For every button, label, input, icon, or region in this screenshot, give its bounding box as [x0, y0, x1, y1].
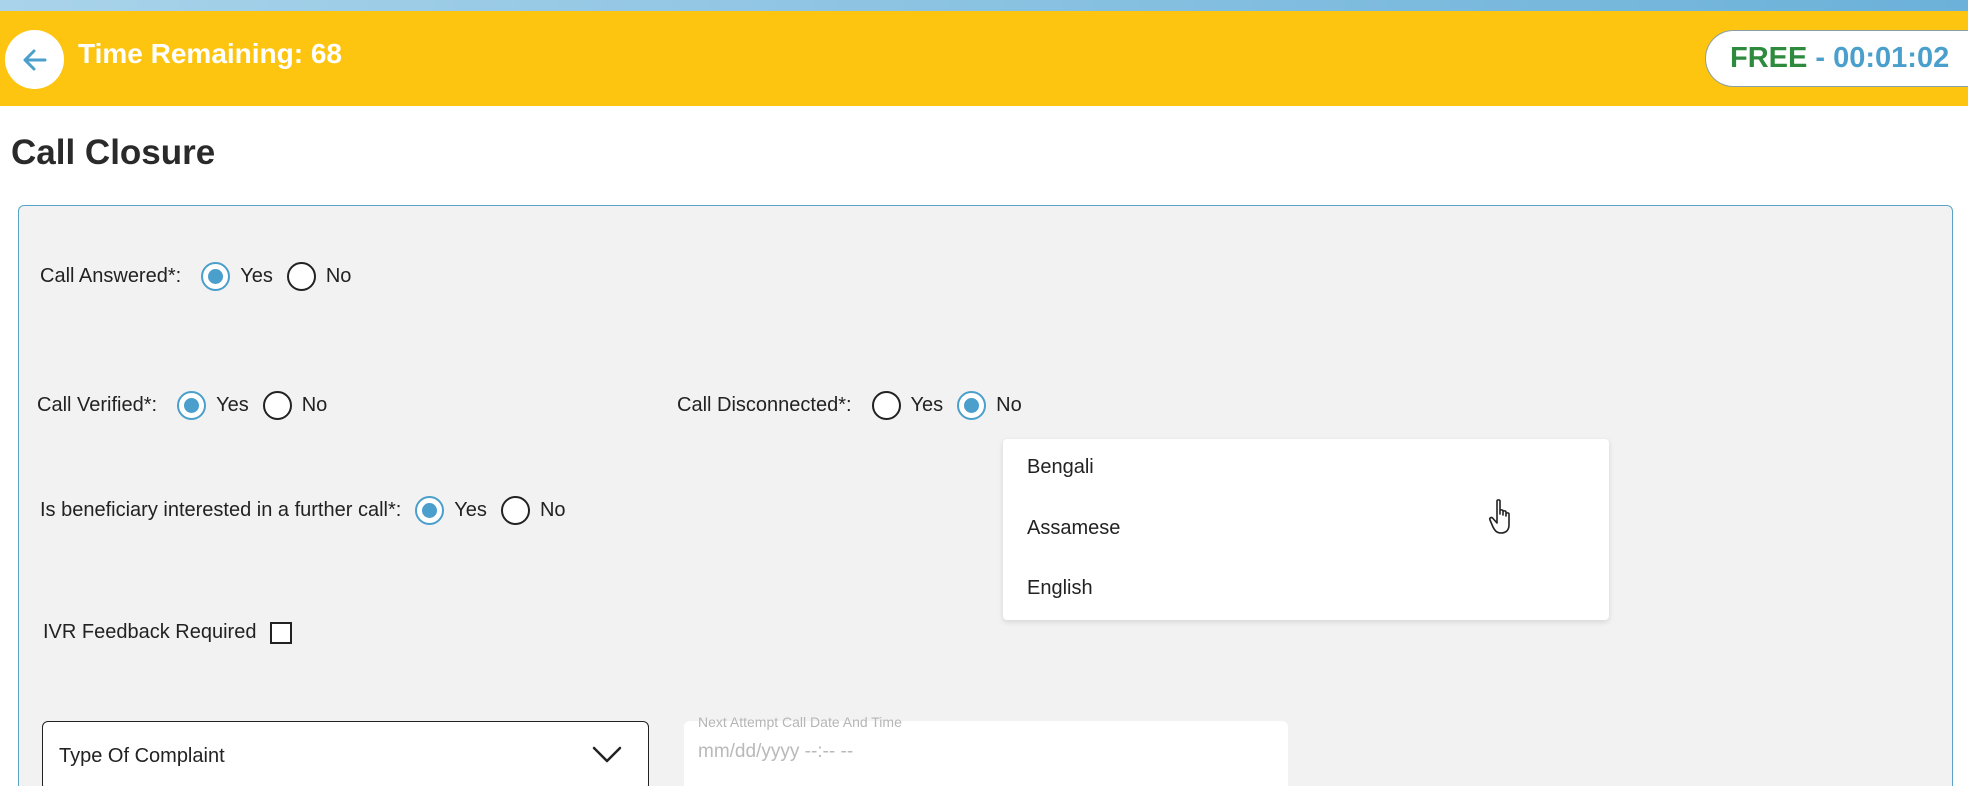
next-attempt-input[interactable]: mm/dd/yyyy --:-- --: [698, 741, 853, 763]
radio-unselected[interactable]: [262, 391, 292, 420]
page-title: Call Closure: [11, 133, 216, 172]
call-answered-label: Call Answered*:: [40, 265, 182, 287]
chevron-down-icon: [592, 746, 622, 763]
complaint-type-select[interactable]: Type Of Complaint: [42, 721, 649, 786]
call-verified-yes[interactable]: Yes: [177, 391, 249, 420]
status-timer: 00:01:02: [1833, 42, 1950, 74]
radio-unselected[interactable]: [871, 391, 901, 420]
dropdown-option-assamese[interactable]: Assamese: [1027, 517, 1120, 540]
call-answered-group: Call Answered*: Yes No: [40, 262, 365, 291]
dropdown-option-bengali[interactable]: Bengali: [1027, 456, 1094, 479]
call-disconnected-no[interactable]: No: [957, 391, 1022, 420]
radio-label: No: [325, 265, 352, 287]
radio-label: No: [301, 394, 328, 416]
call-disconnected-yes[interactable]: Yes: [871, 391, 944, 420]
further-call-label: Is beneficiary interested in a further c…: [40, 499, 402, 521]
radio-unselected[interactable]: [500, 496, 530, 525]
back-arrow-icon: [23, 49, 46, 70]
time-remaining: Time Remaining: 68: [78, 38, 343, 69]
complaint-type-placeholder: Type Of Complaint: [59, 744, 225, 767]
call-verified-no[interactable]: No: [262, 391, 328, 420]
status-state: FREE: [1730, 42, 1808, 74]
call-answered-no[interactable]: No: [286, 262, 352, 291]
hand-pointer-cursor-icon: [1488, 499, 1510, 534]
radio-label: Yes: [216, 394, 249, 416]
radio-selected[interactable]: [201, 262, 231, 291]
agent-status-badge[interactable]: FREE - 00:01:02: [1705, 30, 1968, 87]
radio-selected[interactable]: [177, 391, 207, 420]
ivr-feedback-label: IVR Feedback Required: [43, 621, 257, 643]
call-verified-group: Call Verified*: Yes No: [37, 391, 341, 420]
call-disconnected-label: Call Disconnected*:: [677, 394, 852, 416]
radio-selected[interactable]: [957, 391, 987, 420]
radio-selected[interactable]: [415, 496, 445, 525]
next-attempt-label: Next Attempt Call Date And Time: [698, 714, 902, 730]
call-disconnected-group: Call Disconnected*: Yes No: [677, 391, 1036, 420]
further-call-no[interactable]: No: [500, 496, 566, 525]
language-dropdown-menu: Bengali Assamese English: [1003, 439, 1609, 620]
next-attempt-datetime-field[interactable]: Next Attempt Call Date And Time mm/dd/yy…: [684, 714, 1288, 786]
radio-label: Yes: [240, 265, 273, 287]
call-verified-label: Call Verified*:: [37, 394, 158, 416]
ivr-feedback-checkbox[interactable]: [270, 621, 293, 644]
radio-label: Yes: [910, 394, 944, 416]
dropdown-option-english[interactable]: English: [1027, 577, 1093, 600]
call-answered-yes[interactable]: Yes: [201, 262, 273, 291]
further-call-group: Is beneficiary interested in a further c…: [40, 496, 580, 525]
top-accent-strip: [0, 0, 1968, 11]
further-call-yes[interactable]: Yes: [415, 496, 487, 525]
radio-label: Yes: [454, 499, 487, 521]
ivr-feedback-group: IVR Feedback Required: [43, 621, 293, 644]
radio-unselected[interactable]: [286, 262, 316, 291]
radio-label: No: [996, 394, 1022, 416]
status-separator: -: [1807, 42, 1834, 74]
back-button[interactable]: [5, 30, 64, 89]
radio-label: No: [539, 499, 566, 521]
app-header: Time Remaining: 68 FREE - 00:01:02: [0, 11, 1968, 106]
